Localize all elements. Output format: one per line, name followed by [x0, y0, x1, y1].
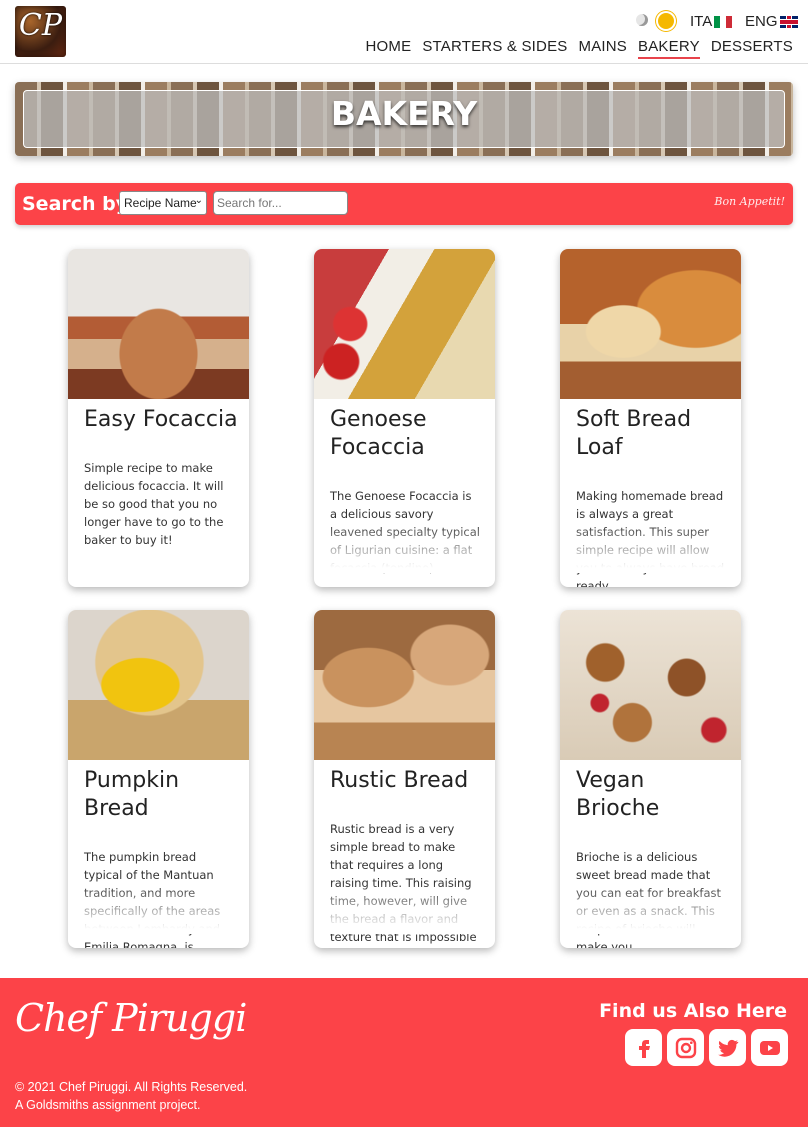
search-type-value: Recipe Name: [124, 196, 197, 210]
youtube-icon[interactable]: [751, 1029, 788, 1066]
recipe-card[interactable]: Vegan Brioche Brioche is a delicious swe…: [560, 610, 741, 948]
recipe-description: Simple recipe to make delicious focaccia…: [84, 461, 224, 547]
search-label: Search by: [22, 193, 129, 215]
lang-eng-label: ENG: [745, 13, 778, 30]
copyright-text: © 2021 Chef Piruggi. All Rights Reserved…: [15, 1080, 248, 1094]
recipe-title: Pumpkin Bread: [84, 768, 180, 821]
site-logo[interactable]: CP: [15, 6, 66, 57]
moon-icon[interactable]: [636, 14, 648, 26]
theme-toggle[interactable]: [636, 12, 676, 32]
page-title: BAKERY: [330, 94, 478, 133]
instagram-icon[interactable]: [667, 1029, 704, 1066]
main-nav: HOME STARTERS & SIDES MAINS BAKERY DESSE…: [366, 38, 794, 59]
site-footer: Chef Piruggi © 2021 Chef Piruggi. All Ri…: [0, 978, 808, 1127]
description-fade: [560, 884, 741, 934]
nav-mains[interactable]: MAINS: [579, 38, 628, 59]
recipe-title: Genoese Focaccia: [330, 407, 427, 460]
description-fade: [560, 523, 741, 573]
recipe-image[interactable]: [314, 610, 495, 760]
description-fade: [314, 884, 495, 934]
description-fade: [314, 523, 495, 573]
description-fade: [68, 884, 249, 934]
sun-icon[interactable]: [658, 13, 674, 29]
nav-desserts[interactable]: DESSERTS: [711, 38, 793, 59]
page-banner: BAKERY: [15, 82, 793, 156]
find-us-heading: Find us Also Here: [599, 1000, 787, 1022]
recipe-card[interactable]: Rustic Bread Rustic bread is a very simp…: [314, 610, 495, 948]
search-bar: Search by Recipe Name ⌄ Bon Appetit!: [15, 183, 793, 225]
recipe-image[interactable]: [314, 249, 495, 399]
footer-signature: Chef Piruggi: [15, 996, 247, 1040]
recipe-image[interactable]: [560, 610, 741, 760]
recipe-image[interactable]: [68, 249, 249, 399]
logo-text: CP: [18, 8, 63, 43]
chevron-down-icon: ⌄: [194, 195, 203, 206]
lang-ita-label: ITA: [690, 13, 713, 30]
footer-copyright: © 2021 Chef Piruggi. All Rights Reserved…: [15, 1078, 247, 1114]
recipe-card[interactable]: Genoese Focaccia The Genoese Focaccia is…: [314, 249, 495, 587]
search-input[interactable]: [213, 191, 348, 215]
search-type-select[interactable]: Recipe Name ⌄: [119, 191, 207, 215]
recipe-card[interactable]: Soft Bread Loaf Making homemade bread is…: [560, 249, 741, 587]
nav-bakery[interactable]: BAKERY: [638, 38, 700, 59]
italy-flag-icon: [714, 15, 733, 28]
recipe-image[interactable]: [560, 249, 741, 399]
recipe-title: Soft Bread Loaf: [576, 407, 692, 460]
recipe-image[interactable]: [68, 610, 249, 760]
bon-appetit-tagline: Bon Appetit!: [714, 195, 785, 208]
lang-ita-link[interactable]: ITA: [690, 13, 733, 30]
nav-home[interactable]: HOME: [366, 38, 412, 59]
twitter-icon[interactable]: [709, 1029, 746, 1066]
nav-starters-sides[interactable]: STARTERS & SIDES: [422, 38, 567, 59]
facebook-icon[interactable]: [625, 1029, 662, 1066]
uk-flag-icon: [779, 15, 798, 28]
recipe-title: Vegan Brioche: [576, 768, 660, 821]
recipe-card[interactable]: Easy Focaccia Simple recipe to make deli…: [68, 249, 249, 587]
recipe-title: Rustic Bread: [330, 768, 469, 793]
lang-eng-link[interactable]: ENG: [745, 13, 798, 30]
recipe-card[interactable]: Pumpkin Bread The pumpkin bread typical …: [68, 610, 249, 948]
project-text: A Goldsmiths assignment project.: [15, 1098, 201, 1112]
recipe-title: Easy Focaccia: [84, 407, 238, 432]
site-header: CP ITA ENG HOME STARTERS & SIDES MAINS B…: [0, 0, 808, 64]
